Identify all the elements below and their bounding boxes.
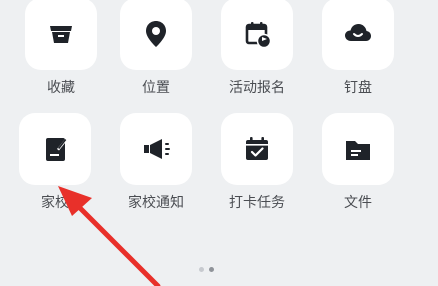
page-dot[interactable]	[199, 267, 204, 272]
tile-label: 打卡任务	[229, 195, 285, 211]
tile-label: 文件	[344, 195, 372, 211]
tile-icon-box	[322, 0, 394, 70]
tile-home-school[interactable]: 家校	[11, 113, 99, 211]
tile-event-signup[interactable]: 活动报名	[213, 0, 301, 96]
tile-icon-box	[120, 113, 192, 185]
tile-label: 家校通知	[128, 195, 184, 211]
tile-ding-drive[interactable]: 钉盘	[314, 0, 402, 96]
notebook-pen-icon	[46, 138, 67, 161]
tile-home-school-notice[interactable]: 家校通知	[112, 113, 200, 211]
page-indicator	[199, 267, 214, 272]
calendar-flag-icon	[245, 22, 272, 49]
tile-label: 活动报名	[229, 80, 285, 96]
tile-icon-box	[120, 0, 192, 70]
tile-location[interactable]: 位置	[112, 0, 200, 96]
tile-icon-box	[221, 113, 293, 185]
megaphone-icon	[144, 139, 170, 159]
page-dot-active[interactable]	[209, 267, 214, 272]
tile-icon-box	[322, 113, 394, 185]
tile-favorites[interactable]: 收藏	[17, 0, 105, 96]
tile-label: 位置	[142, 80, 170, 96]
archive-box-icon	[50, 26, 72, 43]
calendar-check-icon	[246, 137, 268, 160]
tile-label: 收藏	[47, 80, 75, 96]
tile-files[interactable]: 文件	[314, 113, 402, 211]
app-grid-panel: 收藏 位置 活动报名 钉盘 家校 家校通知 打卡任务 文件	[0, 0, 438, 286]
folder-icon	[346, 141, 370, 160]
location-pin-icon	[146, 21, 166, 47]
tile-label: 钉盘	[344, 80, 372, 96]
tile-icon-box	[25, 0, 97, 70]
tile-label: 家校	[41, 195, 69, 211]
tile-check-in-task[interactable]: 打卡任务	[213, 113, 301, 211]
tile-icon-box	[19, 113, 91, 185]
tile-icon-box	[221, 0, 293, 70]
cloud-icon	[345, 24, 371, 41]
